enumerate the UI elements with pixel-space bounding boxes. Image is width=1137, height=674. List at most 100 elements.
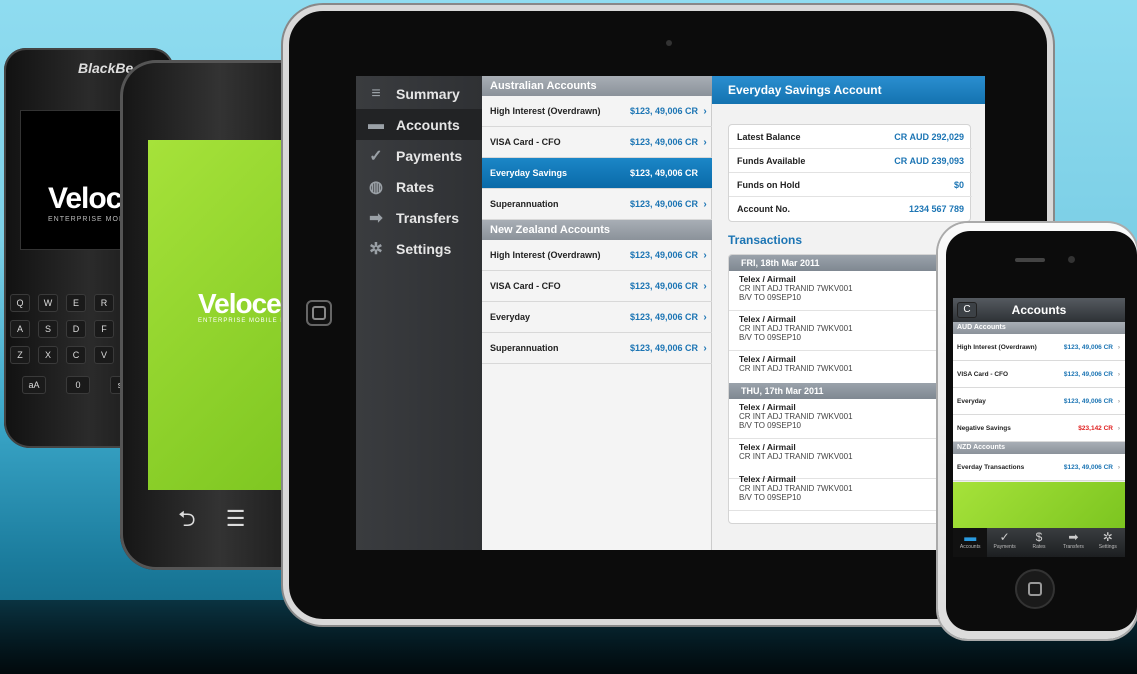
account-row[interactable]: High Interest (Overdrawn) $123, 49,006 CR… xyxy=(953,334,1125,361)
android-nav-bar: ⮌ ☰ xyxy=(178,502,245,540)
payments-icon: ✓ xyxy=(999,530,1010,544)
transaction-title: Telex / Airmail xyxy=(739,402,796,412)
keyboard-key[interactable]: A xyxy=(10,320,30,338)
sidebar: ≡ Summary ▬ Accounts ✓ Payments ◍ Rates ➡ Transfe… xyxy=(356,76,482,550)
account-row[interactable]: VISA Card - CFO $123, 49,006 CR › xyxy=(482,127,712,158)
chevron-right-icon: › xyxy=(703,249,707,261)
keyboard-key[interactable]: R xyxy=(94,294,114,312)
tab-payments[interactable]: ✓ Payments xyxy=(987,528,1021,557)
account-row[interactable]: Everyday $123, 49,006 CR › xyxy=(482,302,712,333)
summary-icon: ≡ xyxy=(371,84,381,102)
keyboard-key[interactable]: F xyxy=(94,320,114,338)
account-row[interactable]: VISA Card - CFO $123, 49,006 CR › xyxy=(482,271,712,302)
keyboard-key[interactable]: Q xyxy=(10,294,30,312)
menu-icon[interactable]: ☰ xyxy=(226,506,246,531)
transaction-title: Telex / Airmail xyxy=(739,354,796,364)
balance-label: Funds on Hold xyxy=(737,179,800,190)
transaction-date-header: FRI, 18th Mar 2011 xyxy=(729,255,970,271)
account-row[interactable]: Everyday $123, 49,006 CR › xyxy=(953,388,1125,415)
home-square-icon xyxy=(1028,582,1042,596)
transfers-icon: ➡ xyxy=(1068,530,1079,544)
android-app-subtitle: ENTERPRISE MOBILE PLA xyxy=(198,318,295,324)
keyboard-key[interactable]: S xyxy=(38,320,58,338)
tab-label: Settings xyxy=(1098,544,1117,550)
balance-value: CR AUD 239,093 xyxy=(894,155,964,166)
account-name: High Interest (Overdrawn) xyxy=(490,106,601,116)
chevron-right-icon: › xyxy=(703,280,707,292)
account-row[interactable]: Everyday Savings $123, 49,006 CR xyxy=(482,158,712,189)
account-row[interactable]: High Interest (Overdrawn) $123, 49,006 CR… xyxy=(482,96,712,127)
transaction-title: Telex / Airmail xyxy=(739,474,796,484)
sidebar-item-label: Accounts xyxy=(396,116,460,133)
sidebar-item-transfers[interactable]: ➡ Transfers xyxy=(356,202,482,233)
chevron-right-icon: › xyxy=(1117,463,1121,471)
account-row[interactable]: Negative Savings $23,142 CR › xyxy=(953,415,1125,442)
transaction-detail: B/V TO 09SEP10 xyxy=(739,493,801,502)
keyboard-key[interactable]: X xyxy=(38,346,58,364)
sidebar-item-label: Summary xyxy=(396,85,460,102)
balance-label: Account No. xyxy=(737,204,790,214)
keyboard-key[interactable]: V xyxy=(94,346,114,364)
chevron-right-icon: › xyxy=(703,136,707,148)
transaction-detail: CR INT ADJ TRANID 7WKV001 xyxy=(739,284,853,293)
sidebar-item-summary[interactable]: ≡ Summary xyxy=(356,78,482,109)
account-balance: $123, 49,006 CR xyxy=(629,343,698,353)
rates-icon: $ xyxy=(1035,530,1043,544)
balance-row: Funds on Hold $0 xyxy=(729,173,972,197)
account-balance: $23,142 CR xyxy=(1078,424,1113,432)
account-name: High Interest (Overdrawn) xyxy=(490,250,601,260)
account-row[interactable]: Superannuation $123, 49,006 CR › xyxy=(482,189,712,220)
account-name: Everyday xyxy=(490,312,531,322)
home-square-icon xyxy=(312,306,326,320)
balance-label: Latest Balance xyxy=(737,131,801,142)
account-row[interactable]: Superannuation $123, 49,006 CR › xyxy=(482,333,712,364)
account-name: Everday Transactions xyxy=(957,463,1025,471)
rates-icon: ◍ xyxy=(369,178,383,196)
chevron-right-icon: › xyxy=(703,105,707,117)
accounts-icon: ▬ xyxy=(368,115,384,133)
account-row[interactable]: VISA Card - CFO $123, 49,006 CR › xyxy=(953,361,1125,388)
sidebar-item-settings[interactable]: ✲ Settings xyxy=(356,233,482,264)
keyboard-key[interactable]: E xyxy=(66,294,86,312)
transaction-row[interactable]: Telex / Airmail CR INT ADJ TRANID 7WKV001… xyxy=(729,399,970,439)
transfers-icon: ➡ xyxy=(369,209,383,227)
transaction-row[interactable]: Telex / Airmail CR INT ADJ TRANID 7WKV001… xyxy=(729,311,970,351)
back-icon[interactable]: ⮌ xyxy=(178,506,196,531)
chevron-right-icon: › xyxy=(1117,397,1121,405)
account-name: Everyday xyxy=(957,397,986,405)
account-balance: $123, 49,006 CR xyxy=(629,281,698,291)
sidebar-item-rates[interactable]: ◍ Rates xyxy=(356,171,482,202)
account-row[interactable]: Everday Transactions $123, 49,006 CR › xyxy=(953,454,1125,481)
tab-rates[interactable]: $ Rates xyxy=(1022,528,1056,557)
account-name: VISA Card - CFO xyxy=(490,281,561,291)
sidebar-item-accounts[interactable]: ▬ Accounts xyxy=(356,109,482,140)
group-header: AUD Accounts xyxy=(953,322,1125,334)
sidebar-item-payments[interactable]: ✓ Payments xyxy=(356,140,482,171)
settings-icon: ✲ xyxy=(369,240,383,258)
account-name: VISA Card - CFO xyxy=(490,137,561,147)
transaction-detail: CR INT ADJ TRANID 7WKV001 xyxy=(739,452,853,461)
transaction-row[interactable]: Telex / Airmail CR INT ADJ TRANID 7WKV001… xyxy=(729,271,970,311)
refresh-icon[interactable]: C xyxy=(957,302,977,318)
transaction-row[interactable]: Telex / Airmail CR INT ADJ TRANID 7WKV001… xyxy=(729,471,970,511)
keyboard-key[interactable]: D xyxy=(66,320,86,338)
group-header: NZD Accounts xyxy=(953,442,1125,454)
keyboard-key[interactable]: W xyxy=(38,294,58,312)
payments-icon: ✓ xyxy=(369,147,383,165)
keyboard-key[interactable]: C xyxy=(66,346,86,364)
tab-settings[interactable]: ✲ Settings xyxy=(1091,528,1125,557)
account-balance: $123, 49,006 CR xyxy=(1063,463,1113,471)
transactions-list: FRI, 18th Mar 2011 Telex / Airmail CR INT … xyxy=(728,254,971,524)
ipad-camera xyxy=(666,40,672,46)
keyboard-key[interactable]: Z xyxy=(10,346,30,364)
chevron-right-icon: › xyxy=(1117,343,1121,351)
keyboard-key[interactable]: aA xyxy=(22,376,46,394)
account-row[interactable]: High Interest (Overdrawn) $123, 49,006 CR… xyxy=(482,240,712,271)
balance-row: Funds Available CR AUD 239,093 xyxy=(729,149,972,173)
chevron-right-icon: › xyxy=(703,198,707,210)
tab-accounts[interactable]: ▬ Accounts xyxy=(953,528,988,557)
tab-transfers[interactable]: ➡ Transfers xyxy=(1056,528,1090,557)
keyboard-key[interactable]: 0 xyxy=(66,376,90,394)
account-balance: $123, 49,006 CR xyxy=(629,199,698,209)
transaction-detail: B/V TO 09SEP10 xyxy=(739,293,801,302)
